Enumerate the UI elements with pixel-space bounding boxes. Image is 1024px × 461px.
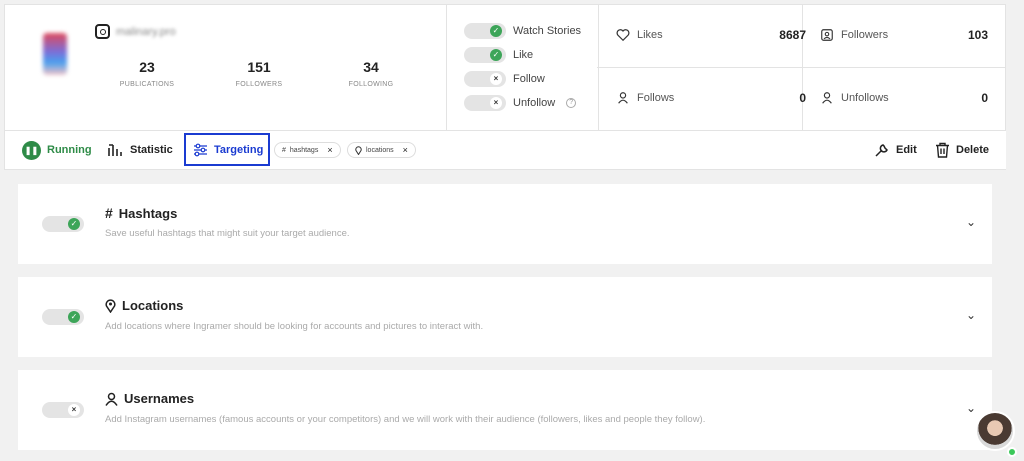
chevron-down-icon[interactable]: ⌄: [966, 401, 976, 415]
unfollow-user-icon: [822, 92, 832, 104]
counter-label: Unfollows: [841, 92, 889, 104]
chip-label: hashtags: [289, 146, 319, 154]
check-icon: ✓: [68, 311, 80, 323]
section-title: Locations: [105, 298, 183, 313]
profile-avatar[interactable]: [43, 33, 67, 75]
action-label: Unfollow: [513, 97, 556, 109]
section-title-text: Usernames: [124, 391, 195, 406]
stat-following: 34 FOLLOWING: [316, 59, 426, 88]
section-usernames[interactable]: × Usernames Add Instagram usernames (fam…: [18, 370, 992, 450]
close-icon: ×: [490, 97, 502, 109]
divider: [446, 5, 447, 130]
divider: [597, 67, 1006, 68]
stat-label: PUBLICATIONS: [119, 81, 175, 88]
user-icon: [105, 392, 118, 406]
counter-unfollows: Unfollows 0: [820, 91, 988, 105]
section-title: # Hashtags: [105, 205, 177, 221]
trash-icon: [936, 142, 949, 158]
section-title-text: Locations: [122, 298, 184, 313]
locations-toggle[interactable]: ✓: [42, 309, 84, 325]
chip-locations[interactable]: locations ×: [347, 142, 416, 158]
instagram-icon: [95, 24, 110, 39]
close-icon[interactable]: ×: [403, 145, 408, 155]
counter-value: 103: [967, 28, 988, 42]
wrench-icon: [875, 143, 888, 157]
online-status-dot: [1007, 447, 1017, 457]
support-chat-avatar[interactable]: [975, 411, 1015, 451]
location-pin-icon: [105, 298, 116, 313]
counter-label: Followers: [841, 29, 889, 41]
hashtag-icon: #: [105, 205, 113, 221]
close-icon: ×: [68, 404, 80, 416]
hashtag-icon: #: [282, 146, 286, 154]
edit-button[interactable]: Edit: [874, 131, 917, 169]
action-follow: × Follow: [464, 71, 545, 87]
sliders-icon: [194, 143, 207, 156]
chevron-down-icon[interactable]: ⌄: [966, 215, 976, 229]
tab-targeting[interactable]: Targeting: [184, 133, 270, 166]
delete-label: Delete: [956, 144, 990, 156]
heart-icon: [616, 29, 630, 42]
stat-value: 34: [363, 59, 379, 75]
running-status-button[interactable]: ❚❚ Running: [22, 131, 92, 169]
counter-value: 0: [981, 91, 988, 105]
followers-icon: [821, 29, 833, 41]
usernames-toggle[interactable]: ×: [42, 402, 84, 418]
counter-value: 0: [799, 91, 806, 105]
counter-likes: Likes 8687: [616, 28, 806, 42]
help-icon[interactable]: ?: [566, 98, 577, 108]
section-description: Add Instagram usernames (famous accounts…: [105, 414, 706, 425]
tab-bar-fill: [434, 131, 1006, 169]
pause-icon: ❚❚: [22, 140, 41, 160]
stat-label: FOLLOWERS: [235, 81, 283, 88]
chip-hashtags[interactable]: # hashtags ×: [274, 142, 341, 158]
stat-value: 23: [139, 59, 155, 75]
follow-toggle[interactable]: ×: [464, 71, 506, 87]
section-description: Add locations where Ingramer should be l…: [105, 321, 484, 332]
close-icon: ×: [490, 73, 502, 85]
counter-follows: Follows 0: [616, 91, 806, 105]
tab-bar: ❚❚ Running Statistic Targeting # hashtag…: [4, 130, 1006, 170]
bar-chart-icon: [108, 144, 122, 156]
stat-label: FOLLOWING: [348, 81, 394, 88]
counter-value: 8687: [779, 28, 806, 42]
counter-label: Follows: [637, 92, 675, 104]
tab-label: Targeting: [214, 143, 264, 156]
action-label: Watch Stories: [513, 25, 582, 37]
edit-label: Edit: [896, 144, 917, 156]
stat-publications: 23 PUBLICATIONS: [92, 59, 202, 88]
tab-label: Statistic: [130, 144, 173, 156]
hashtags-toggle[interactable]: ✓: [42, 216, 84, 232]
check-icon: ✓: [68, 218, 80, 230]
section-description: Save useful hashtags that might suit you…: [105, 228, 350, 239]
close-icon[interactable]: ×: [327, 145, 332, 155]
stat-value: 151: [247, 59, 271, 75]
counter-followers: Followers 103: [820, 28, 988, 42]
action-watch-stories: ✓ Watch Stories: [464, 23, 581, 39]
delete-button[interactable]: Delete: [935, 131, 989, 169]
check-icon: ✓: [490, 25, 502, 37]
section-locations[interactable]: ✓ Locations Add locations where Ingramer…: [18, 277, 992, 357]
action-label: Follow: [513, 73, 545, 85]
section-title-text: Hashtags: [118, 205, 178, 221]
instagram-username-row[interactable]: malinary.pro: [95, 24, 176, 39]
chevron-down-icon[interactable]: ⌄: [966, 308, 976, 322]
running-label: Running: [47, 144, 92, 156]
like-toggle[interactable]: ✓: [464, 47, 506, 63]
section-title: Usernames: [105, 391, 194, 406]
chip-label: locations: [366, 146, 394, 154]
check-icon: ✓: [490, 49, 502, 61]
action-like: ✓ Like: [464, 47, 533, 63]
unfollow-toggle[interactable]: ×: [464, 95, 506, 111]
action-label: Like: [513, 49, 534, 61]
action-unfollow: × Unfollow ?: [464, 95, 577, 111]
username: malinary.pro: [116, 25, 176, 38]
location-pin-icon: [355, 145, 362, 155]
tab-statistic[interactable]: Statistic: [108, 131, 173, 169]
counter-label: Likes: [637, 29, 663, 41]
follow-user-icon: [618, 92, 628, 104]
section-hashtags[interactable]: ✓ # Hashtags Save useful hashtags that m…: [18, 184, 992, 264]
stat-followers: 151 FOLLOWERS: [204, 59, 314, 88]
watch-stories-toggle[interactable]: ✓: [464, 23, 506, 39]
